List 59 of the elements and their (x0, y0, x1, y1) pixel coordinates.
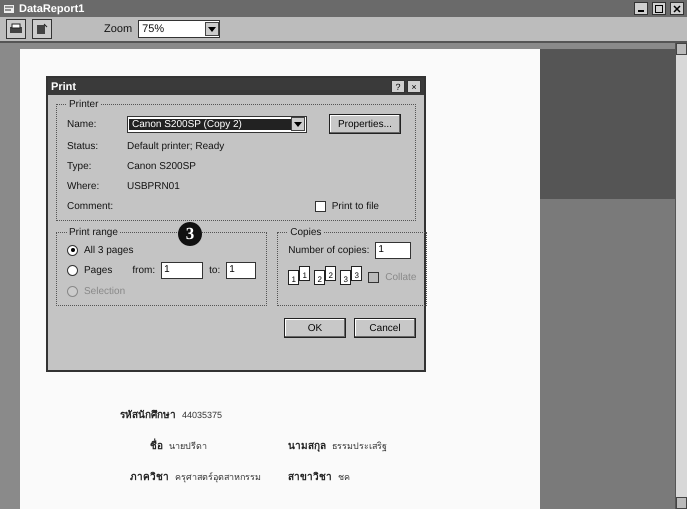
printer-select[interactable]: Canon S200SP (Copy 2) (127, 116, 307, 132)
info-value: Canon S200SP (127, 160, 196, 172)
print-button[interactable] (6, 19, 26, 39)
to-label: to: (209, 265, 220, 276)
print-to-file-label: Print to file (332, 200, 379, 212)
from-field[interactable]: 1 (161, 262, 204, 279)
properties-button[interactable]: Properties... (329, 114, 401, 134)
field-label: ชื่อ (150, 438, 163, 453)
group-title: Printer (68, 99, 100, 110)
close-button[interactable] (670, 2, 684, 15)
name-label: Name: (67, 118, 98, 130)
field-label: รหัสนักศึกษา (120, 408, 176, 422)
info-value: USBPRN01 (127, 180, 180, 192)
scrollbar[interactable] (675, 43, 687, 509)
group-title: Print range (68, 227, 119, 238)
zoom-label: Zoom (104, 23, 132, 35)
dropdown-icon (294, 122, 302, 126)
collate-label: Collate (385, 272, 416, 282)
printer-icon (9, 23, 23, 35)
cancel-button[interactable]: Cancel (354, 318, 416, 338)
app-icon (3, 4, 15, 14)
to-field[interactable]: 1 (226, 262, 256, 279)
radio-button[interactable] (67, 265, 78, 276)
ok-button[interactable]: OK (284, 318, 346, 338)
option-label: All 3 pages (84, 244, 134, 256)
zoom-combo[interactable]: 75% (138, 20, 220, 38)
group-title: Copies (289, 227, 322, 238)
from-label: from: (132, 265, 156, 276)
info-label: Type: (67, 160, 92, 172)
field-value: ธรรมประเสริฐ (332, 440, 387, 453)
info-label: Where: (67, 180, 100, 192)
copies-label: Number of copies: (288, 245, 370, 256)
field-value: 44035375 (182, 410, 222, 420)
dialog-title: Print (51, 80, 78, 92)
field-value: ครุศาสตร์อุตสาหกรรม (175, 471, 261, 484)
info-value: Default printer; Ready (127, 140, 224, 152)
help-button[interactable]: ? (391, 80, 405, 93)
copies-spinner[interactable]: 1 (375, 242, 412, 259)
print-to-file-checkbox[interactable] (314, 200, 326, 212)
close-button[interactable]: × (407, 80, 421, 93)
radio-button[interactable] (67, 244, 78, 256)
field-value: นายปรีดา (169, 440, 207, 453)
minimize-button[interactable] (634, 2, 648, 15)
minimize-icon (638, 10, 644, 12)
document-icon (36, 23, 48, 35)
dropdown-icon (208, 26, 216, 32)
option-label: Selection (84, 286, 126, 296)
export-button[interactable] (32, 19, 52, 39)
field-value: ชค (338, 471, 350, 484)
info-label: Comment: (67, 200, 114, 212)
field-label: นามสกุล (288, 440, 326, 453)
field-label: ภาควิชา (130, 470, 169, 484)
info-label: Status: (67, 140, 100, 152)
option-label: Pages (84, 265, 112, 276)
close-icon (673, 4, 681, 12)
window-title: DataReport1 (19, 2, 86, 14)
maximize-icon (655, 4, 663, 12)
field-label: สาขาวิชา (288, 470, 332, 484)
maximize-button[interactable] (652, 2, 666, 15)
